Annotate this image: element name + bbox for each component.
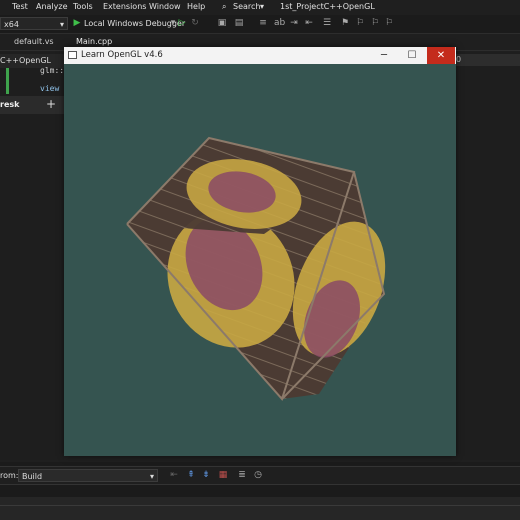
vs-toolbar: x64 ▾ ▶ Local Windows Debugger ▾ ▷ ↻ ▣ ▤… [0,15,520,34]
menu-help[interactable]: Help [187,2,205,11]
indent-icon[interactable]: ⇥ [289,18,299,29]
status-bar [0,497,520,520]
word-wrap-icon[interactable]: ≣ [237,470,247,481]
toolbox-icon[interactable]: ▣ [217,18,227,29]
bookmark-prev-icon[interactable]: ⚐ [355,18,365,29]
navigation-bar: 0 [456,54,520,66]
change-marker [6,68,9,94]
comment-icon[interactable]: ≡ [258,18,268,29]
start-without-debug-icon[interactable]: ▷ [177,18,187,29]
opengl-window[interactable]: Learn OpenGL v4.6 ─ ☐ ✕ [64,47,456,456]
output-source-label: rom: [0,471,19,480]
output-toolbar: rom: Build ▾ ⇤ ⇞ ⇟ ▦ ≣ ◷ [0,466,520,485]
list-icon[interactable]: ☰ [322,18,332,29]
code-line: view [40,84,60,93]
minimize-button[interactable]: ─ [370,47,398,64]
platform-value: x64 [4,20,19,29]
window-title: Learn OpenGL v4.6 [81,50,163,60]
vs-menu-bar: Test Analyze Tools Extensions Window Hel… [0,0,520,14]
go-to-next-icon[interactable]: ⇟ [201,470,211,481]
bookmark-icon[interactable]: ⚑ [340,18,350,29]
maximize-button[interactable]: ☐ [398,47,426,64]
add-tab-button[interactable]: + [46,97,56,111]
output-source-dropdown[interactable]: Build ▾ [18,469,158,482]
project-title: 1st_ProjectC++OpenGL [280,2,375,11]
close-button[interactable]: ✕ [427,47,455,64]
search-button[interactable]: Search [233,2,260,11]
code-editor-pane[interactable]: C++OpenGL glm:: view resk + [0,52,64,460]
bookmark-clear-icon[interactable]: ⚐ [384,18,394,29]
tab-default-vs[interactable]: default.vs [14,34,54,50]
bookmark-next-icon[interactable]: ⚐ [370,18,380,29]
divider [0,505,520,506]
platform-dropdown[interactable]: x64 ▾ [0,17,68,30]
menu-extensions[interactable]: Extensions [103,2,146,11]
tool-tab-label[interactable]: resk [0,100,19,109]
go-to-previous-icon[interactable]: ⇞ [186,470,196,481]
menu-tools[interactable]: Tools [73,2,93,11]
format-icon[interactable]: ab [274,18,285,29]
app-icon [68,51,77,59]
window-titlebar[interactable]: Learn OpenGL v4.6 ─ ☐ ✕ [64,47,456,64]
menu-test[interactable]: Test [12,2,28,11]
clear-all-icon[interactable]: ▦ [218,470,228,481]
search-dropdown-icon[interactable]: ▾ [260,2,264,11]
menu-window[interactable]: Window [149,2,181,11]
layout-icon[interactable]: ▤ [234,18,244,29]
play-icon[interactable]: ▶ [72,18,82,29]
tool-window-tabs: resk + [0,96,64,114]
outdent-icon[interactable]: ⇤ [304,18,314,29]
search-icon[interactable]: ⌕ [222,2,226,12]
history-icon[interactable]: ◷ [253,470,263,481]
chevron-down-icon: ▾ [59,20,64,29]
refresh-icon[interactable]: ↻ [190,18,200,29]
menu-analyze[interactable]: Analyze [36,2,68,11]
code-line: glm:: [40,66,65,75]
find-message-icon[interactable]: ⇤ [169,470,179,481]
output-source-value: Build [22,472,43,481]
render-viewport [126,136,386,401]
chevron-down-icon: ▾ [149,472,154,481]
right-editor-strip: 0 [456,52,520,460]
nav-bar-text: 0 [456,55,462,64]
project-context-label: C++OpenGL [0,56,52,65]
